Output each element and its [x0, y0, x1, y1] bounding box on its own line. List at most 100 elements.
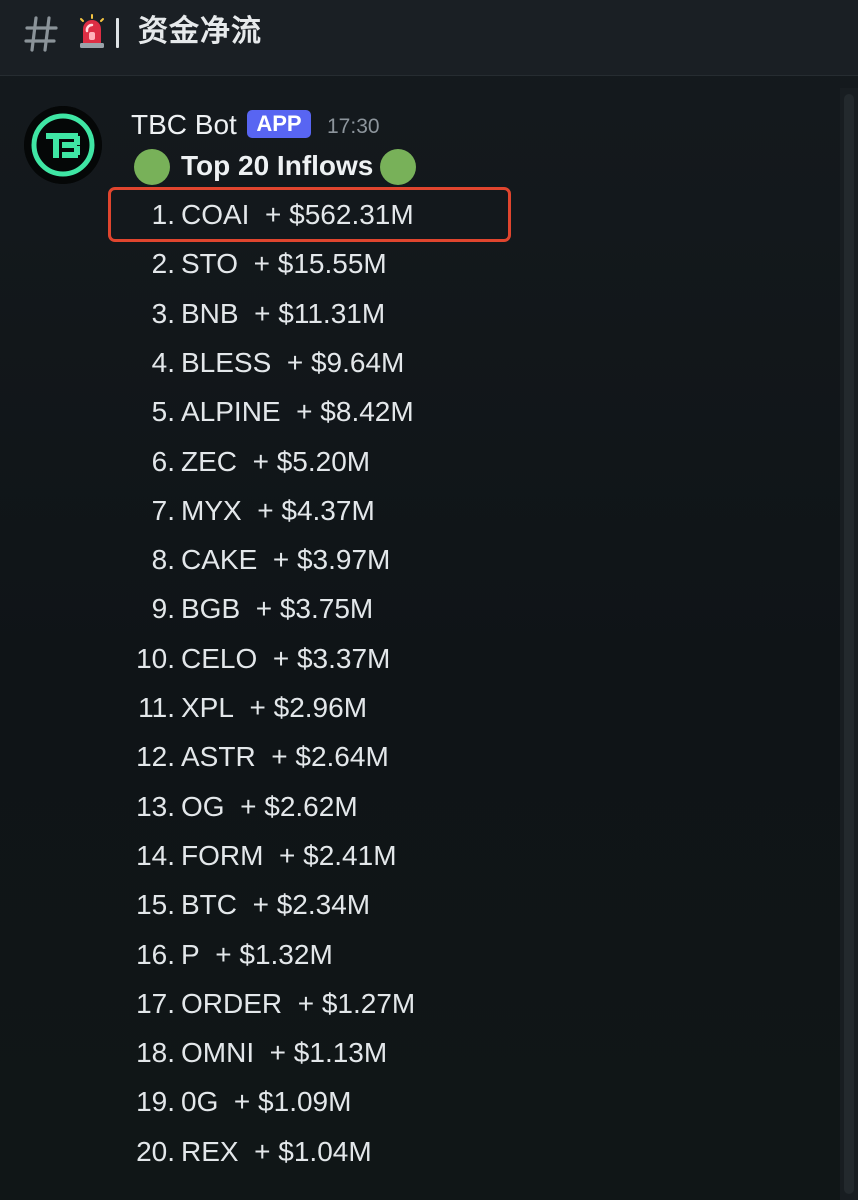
app-badge: APP [247, 110, 311, 138]
item-symbol-amount: BTC + $2.34M [181, 880, 370, 929]
item-rank: 6. [151, 445, 175, 477]
item-amount: + $1.04M [254, 1135, 372, 1167]
item-rank: 19. [136, 1086, 175, 1118]
item-symbol-amount: OMNI + $1.13M [181, 1028, 387, 1077]
item-symbol-amount: CELO + $3.37M [181, 634, 390, 683]
item-symbol: ORDER [181, 987, 283, 1019]
item-amount: + $1.09M [233, 1086, 352, 1118]
item-amount: + $2.64M [271, 741, 389, 773]
list-item: 19. 0G + $1.09M [0, 1077, 560, 1126]
item-symbol-amount: P + $1.32M [181, 930, 333, 979]
list-item: 16. P + $1.32M [0, 930, 560, 979]
item-rank: 5. [151, 396, 175, 428]
channel-header: 资金净流 [0, 0, 858, 76]
rotating-light-icon [80, 14, 104, 48]
item-symbol: REX [181, 1135, 239, 1167]
item-symbol: 0G [181, 1086, 219, 1118]
item-symbol: BLESS [181, 346, 272, 378]
item-symbol: FORM [181, 839, 264, 871]
item-rank: 7. [151, 494, 175, 526]
item-symbol: BGB [181, 593, 241, 625]
list-item: 11. XPL + $2.96M [0, 683, 560, 732]
item-symbol-amount: ALPINE + $8.42M [181, 387, 414, 436]
item-symbol: P [181, 938, 200, 970]
item-symbol-amount: ASTR + $2.64M [181, 732, 389, 781]
green-circle-icon [134, 149, 170, 185]
list-item: 2. STO + $15.55M [0, 239, 560, 288]
item-symbol: STO [181, 248, 239, 280]
list-item: 8. CAKE + $3.97M [0, 535, 560, 584]
item-symbol: OG [181, 790, 225, 822]
hash-icon [24, 16, 58, 52]
list-item: 12. ASTR + $2.64M [0, 732, 560, 781]
item-rank: 15. [136, 889, 175, 921]
list-item: 4. BLESS + $9.64M [0, 338, 560, 387]
item-rank: 2. [151, 248, 175, 280]
item-rank: 18. [136, 1037, 175, 1069]
item-symbol-amount: ZEC + $5.20M [181, 437, 370, 486]
item-amount: + $8.42M [296, 396, 414, 428]
item-symbol: OMNI [181, 1037, 255, 1069]
list-item: 14. FORM + $2.41M [0, 831, 560, 880]
scrollbar-thumb[interactable] [844, 94, 854, 1194]
item-amount: + $1.27M [297, 987, 416, 1019]
item-rank: 10. [136, 642, 175, 674]
item-amount: + $2.41M [279, 839, 397, 871]
item-rank: 4. [151, 346, 175, 378]
avatar[interactable] [24, 106, 102, 184]
item-symbol-amount: MYX + $4.37M [181, 486, 375, 535]
channel-name[interactable]: 资金净流 [138, 14, 262, 50]
item-amount: + $3.97M [272, 544, 391, 576]
item-amount: + $3.37M [272, 642, 391, 674]
list-item: 10. CELO + $3.37M [0, 634, 560, 683]
highlight-box [108, 187, 511, 242]
item-symbol-amount: BGB + $3.75M [181, 584, 373, 633]
list-item: 3. BNB + $11.31M [0, 289, 560, 338]
item-rank: 16. [136, 938, 175, 970]
item-amount: + $5.20M [252, 445, 371, 477]
item-symbol: MYX [181, 494, 242, 526]
item-symbol-amount: FORM + $2.41M [181, 831, 397, 880]
item-symbol: XPL [181, 692, 234, 723]
list-item: 15. BTC + $2.34M [0, 880, 560, 929]
item-rank: 14. [136, 839, 175, 871]
list-item: 9. BGB + $3.75M [0, 584, 560, 633]
item-symbol-amount: REX + $1.04M [181, 1127, 372, 1176]
item-rank: 12. [136, 741, 175, 773]
item-rank: 11. [138, 692, 175, 723]
message-timestamp[interactable]: 17:30 [327, 114, 380, 140]
item-rank: 17. [136, 987, 175, 1019]
author-name[interactable]: TBC Bot [131, 108, 237, 142]
item-amount: + $2.96M [249, 692, 368, 723]
list-item: 5. ALPINE + $8.42M [0, 387, 560, 436]
item-symbol-amount: CAKE + $3.97M [181, 535, 390, 584]
item-symbol-amount: 0G + $1.09M [181, 1077, 351, 1126]
item-rank: 8. [151, 544, 175, 576]
list-item: 7. MYX + $4.37M [0, 486, 560, 535]
item-symbol-amount: OG + $2.62M [181, 782, 358, 831]
item-rank: 20. [136, 1135, 175, 1167]
item-symbol: CELO [181, 642, 258, 674]
item-amount: + $1.13M [269, 1037, 388, 1069]
item-amount: + $4.37M [257, 494, 375, 526]
item-symbol-amount: BLESS + $9.64M [181, 338, 404, 387]
item-symbol: ALPINE [181, 396, 281, 428]
item-symbol: BTC [181, 889, 237, 921]
item-symbol: ZEC [181, 445, 237, 477]
item-symbol-amount: STO + $15.55M [181, 239, 387, 288]
header-divider [116, 18, 119, 48]
item-amount: + $3.75M [255, 593, 374, 625]
list-item: 17. ORDER + $1.27M [0, 979, 560, 1028]
list-item: 20. REX + $1.04M [0, 1127, 560, 1176]
item-symbol: ASTR [181, 741, 256, 773]
item-rank: 3. [151, 297, 175, 329]
item-rank: 13. [136, 790, 175, 822]
item-amount: + $1.32M [215, 938, 333, 970]
list-item: 13. OG + $2.62M [0, 782, 560, 831]
item-amount: + $2.62M [240, 790, 358, 822]
item-symbol-amount: XPL + $2.96M [181, 683, 367, 732]
item-symbol: CAKE [181, 544, 258, 576]
item-rank: 9. [151, 593, 175, 625]
item-amount: + $15.55M [253, 248, 387, 280]
tbc-logo-icon [24, 106, 102, 184]
